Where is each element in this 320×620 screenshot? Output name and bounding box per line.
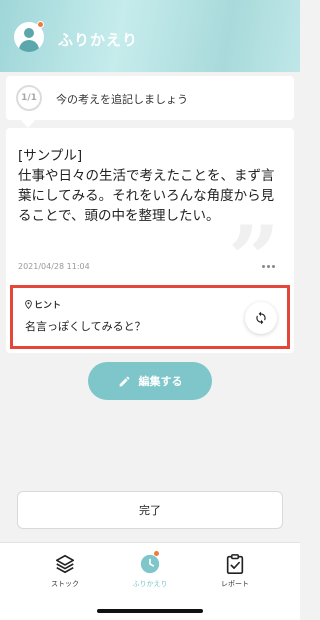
entry-text[interactable]: [サンプル] 仕事や日々の生活で考えたことを、まず言葉にしてみる。それをいろんな… [18, 146, 284, 226]
pin-icon [25, 300, 32, 309]
tab-furikaeri[interactable]: ふりかえり [110, 551, 190, 597]
pencil-icon [119, 376, 129, 386]
question-counter: 1/1 [16, 85, 42, 111]
tab-stock[interactable]: ストック [25, 553, 105, 597]
header: ふりかえり [0, 0, 300, 72]
done-button[interactable]: 完了 [17, 491, 283, 529]
entry-date: 2021/04/28 11:04 [18, 262, 90, 271]
edit-button[interactable]: 編集する [88, 362, 212, 400]
tab-furikaeri-label: ふりかえり [132, 580, 168, 588]
hint-label: ヒント [25, 298, 61, 311]
hint-text: 名言っぽくしてみると？ [25, 320, 146, 333]
question-card: 1/1 今の考えを追記しましょう [6, 76, 294, 120]
refresh-hint-button[interactable] [245, 302, 277, 334]
notification-dot [37, 21, 44, 28]
home-indicator [97, 609, 203, 613]
clock-icon [140, 554, 160, 574]
layers-icon [55, 554, 75, 574]
page-title: ふりかえり [58, 31, 139, 49]
hint-box: ヒント 名言っぽくしてみると？ [10, 285, 290, 349]
hint-label-text: ヒント [34, 301, 62, 311]
question-card-pointer [20, 119, 36, 128]
tab-notification-dot [154, 551, 159, 556]
entry-card: ” [サンプル] 仕事や日々の生活で考えたことを、まず言葉にしてみる。それをいろ… [6, 128, 294, 353]
tab-report[interactable]: レポート [195, 553, 275, 597]
more-options-icon[interactable] [262, 262, 282, 270]
question-text: 今の考えを追記しましょう [56, 93, 188, 106]
refresh-icon [256, 311, 266, 325]
tab-stock-label: ストック [51, 580, 79, 588]
clipboard-check-icon [226, 554, 244, 574]
tab-report-label: レポート [221, 580, 249, 588]
edit-button-label: 編集する [138, 375, 183, 388]
